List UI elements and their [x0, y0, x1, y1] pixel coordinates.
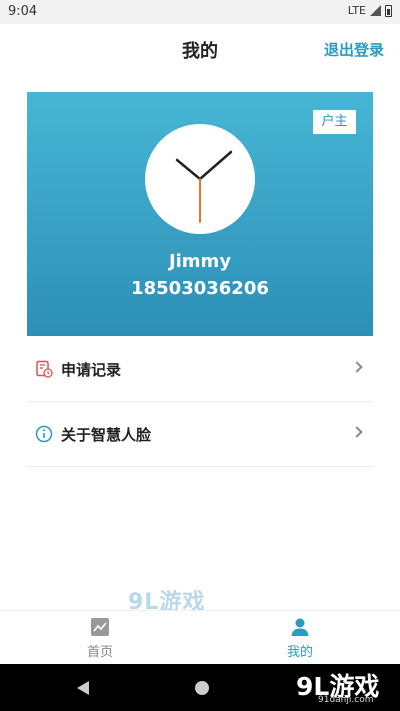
status-indicators: LTE — [348, 4, 392, 17]
profile-card: 户主 Jimmy 18503036206 — [27, 92, 373, 336]
user-name: Jimmy — [168, 251, 232, 272]
status-time: 9:04 — [8, 4, 38, 19]
battery-icon — [385, 4, 392, 17]
app-header: 我的 退出登录 — [0, 24, 400, 72]
chart-icon — [91, 618, 109, 636]
tab-mine-label: 我的 — [286, 645, 313, 660]
network-type: LTE — [347, 4, 366, 17]
user-phone: 18503036206 — [131, 278, 269, 299]
tab-mine[interactable]: 我的 — [240, 617, 360, 660]
tab-home[interactable]: 首页 — [40, 617, 160, 660]
document-clock-icon — [35, 360, 53, 378]
menu-list: 申请记录 关于智慧人脸 — [27, 337, 373, 467]
back-icon[interactable] — [77, 681, 89, 695]
watermark-logo-sub: 91danji.com — [318, 695, 374, 705]
home-icon[interactable] — [195, 681, 209, 695]
signal-icon — [370, 5, 381, 16]
avatar[interactable] — [145, 124, 255, 234]
menu-item-apply-records[interactable]: 申请记录 — [27, 337, 373, 402]
info-icon — [35, 425, 53, 443]
chevron-right-icon — [351, 426, 363, 438]
chevron-right-icon — [351, 361, 363, 373]
tab-home-label: 首页 — [86, 645, 113, 660]
logout-button[interactable]: 退出登录 — [324, 39, 384, 60]
clock-icon — [175, 150, 233, 223]
menu-item-label: 申请记录 — [61, 360, 122, 379]
role-badge: 户主 — [313, 110, 356, 134]
person-icon — [291, 618, 309, 636]
menu-item-label: 关于智慧人脸 — [61, 425, 152, 444]
status-bar: 9:04 LTE — [0, 0, 400, 24]
menu-item-about[interactable]: 关于智慧人脸 — [27, 402, 373, 467]
bottom-nav: 首页 我的 — [0, 610, 400, 664]
